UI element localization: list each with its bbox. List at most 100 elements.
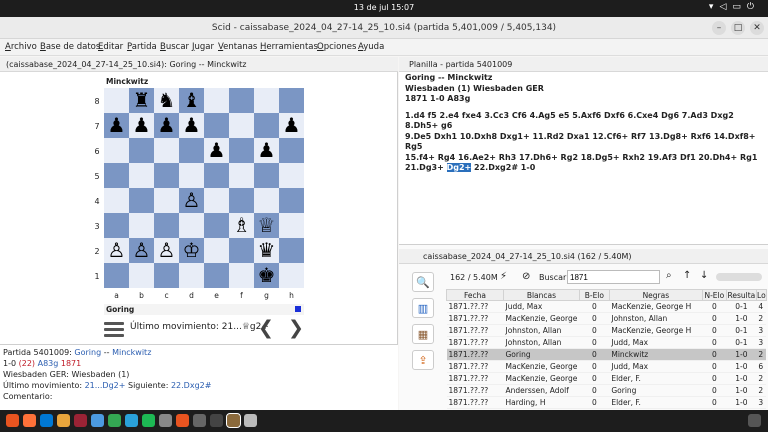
square-d3[interactable] [179,213,204,238]
last-move-link[interactable]: 21...Dg2+ [85,381,126,390]
tree-icon[interactable]: 🔍 [412,272,434,292]
close-button[interactable]: ✕ [750,21,764,35]
square-d7[interactable]: ♟ [179,113,204,138]
table-row[interactable]: 1871.??.?? Harding, H 0 Elder, F. 0 1-0 3 [446,396,767,409]
square-c1[interactable] [154,263,179,288]
game-notation[interactable]: Goring -- Minckwitz Wiesbaden (1) Wiesba… [405,73,765,174]
column-header-black[interactable]: Negras [608,289,703,301]
square-g4[interactable] [254,188,279,213]
square-h4[interactable] [279,188,304,213]
square-b1[interactable] [129,263,154,288]
square-h6[interactable] [279,138,304,163]
app-icon[interactable] [244,414,257,427]
next-move-link[interactable]: 22.Dxg2# [171,381,212,390]
square-e3[interactable] [204,213,229,238]
app-icon[interactable] [159,414,172,427]
square-d4[interactable]: ♙ [179,188,204,213]
square-b7[interactable]: ♟ [129,113,154,138]
table-row-selected[interactable]: 1871.??.?? Goring 0 Minckwitz 0 1-0 2 [446,348,767,361]
table-row[interactable]: 1871.??.?? Johnston, Allan 0 Judd, Max 0 0-1 3 [446,336,767,349]
current-move-highlight[interactable]: Dg2+ [446,163,472,172]
show-apps-icon[interactable] [748,414,761,427]
square-c5[interactable] [154,163,179,188]
square-c4[interactable] [154,188,179,213]
square-f1[interactable] [229,263,254,288]
square-f2[interactable] [229,238,254,263]
square-c2[interactable]: ♙ [154,238,179,263]
square-d8[interactable]: ♝ [179,88,204,113]
menu-buscar[interactable]: Buscar [160,42,189,52]
telegram-icon[interactable] [125,414,138,427]
menu-editar[interactable]: Editar [98,42,123,52]
volume-icon[interactable]: ◁ [719,2,732,12]
column-header-length[interactable]: Lo [755,289,767,301]
menu-archivo[interactable]: Archivo [5,42,37,52]
table-row[interactable]: 1871.??.?? MacKenzie, George 0 Judd, Max 0 1-… [446,360,767,373]
menu-herramientas[interactable]: Herramientas [260,42,318,52]
square-e6[interactable]: ♟ [204,138,229,163]
table-row[interactable]: 1871.??.?? MacKenzie, George 0 Elder, F. 0 1-… [446,372,767,385]
square-e1[interactable] [204,263,229,288]
square-g7[interactable] [254,113,279,138]
maximize-button[interactable]: □ [731,21,745,35]
square-e7[interactable] [204,113,229,138]
notation-line[interactable]: 15.f4+ Rg4 16.Ae2+ Rh3 17.Dh6+ Rg2 18.Dg… [405,153,765,164]
stats-icon[interactable]: ▥ [412,298,434,318]
square-f5[interactable] [229,163,254,188]
column-header-white-elo[interactable]: B-Elo [578,289,610,301]
square-a8[interactable] [104,88,129,113]
system-tray[interactable]: ▾◁▭⏻ [709,2,760,12]
spotify-icon[interactable] [142,414,155,427]
square-a3[interactable] [104,213,129,238]
previous-move-button[interactable]: ❮ [258,317,274,339]
square-h3[interactable] [279,213,304,238]
square-b4[interactable] [129,188,154,213]
square-e4[interactable] [204,188,229,213]
square-g1[interactable]: ♚ [254,263,279,288]
writer-icon[interactable] [91,414,104,427]
search-input[interactable] [567,270,660,284]
hamburger-menu-icon[interactable] [104,319,126,339]
square-f4[interactable] [229,188,254,213]
firefox-icon[interactable] [23,414,36,427]
column-header-black-elo[interactable]: N-Elo [701,289,727,301]
square-h5[interactable] [279,163,304,188]
square-g8[interactable] [254,88,279,113]
square-a5[interactable] [104,163,129,188]
notation-line[interactable]: 9.De5 Dxh1 10.Dxh8 Dxg1+ 11.Rd2 Dxa1 12.… [405,132,765,153]
menu-ventanas[interactable]: Ventanas [218,42,257,52]
square-g2[interactable]: ♛ [254,238,279,263]
column-header-date[interactable]: Fecha [446,289,504,301]
search-icon[interactable]: ⌕ [666,270,672,281]
menu-base-de-datos[interactable]: Base de datos [40,42,100,52]
app-icon[interactable] [74,414,87,427]
square-a4[interactable] [104,188,129,213]
files-icon[interactable] [57,414,70,427]
square-c3[interactable] [154,213,179,238]
square-f6[interactable] [229,138,254,163]
board-tab[interactable]: (caissabase_2024_04_27-14_25_10.si4): Go… [0,57,398,72]
square-b5[interactable] [129,163,154,188]
square-b3[interactable] [129,213,154,238]
square-h7[interactable]: ♟ [279,113,304,138]
table-row[interactable]: 1871.??.?? Judd, Max 0 MacKenzie, George H0… [446,300,767,313]
square-d1[interactable] [179,263,204,288]
menu-opciones[interactable]: Opciones [317,42,356,52]
network-icon[interactable]: ▾ [709,2,720,12]
square-b6[interactable] [129,138,154,163]
menu-jugar[interactable]: Jugar [192,42,214,52]
filter-icon[interactable]: ⚡ [500,271,507,282]
square-h8[interactable] [279,88,304,113]
square-d6[interactable] [179,138,204,163]
square-c6[interactable] [154,138,179,163]
square-h2[interactable] [279,238,304,263]
next-move-button[interactable]: ❯ [288,317,304,339]
clock[interactable]: 13 de jul 15:07 [0,3,768,12]
square-a6[interactable] [104,138,129,163]
menu-partida[interactable]: Partida [127,42,157,52]
column-header-white[interactable]: Blancas [503,289,580,301]
square-d5[interactable] [179,163,204,188]
table-row[interactable]: 1871.??.?? MacKenzie, George 0 Johnston, Al… [446,312,767,325]
notation-tab[interactable]: Planilla - partida 5401009 [399,57,768,72]
eco-link[interactable]: A83g [38,359,59,368]
